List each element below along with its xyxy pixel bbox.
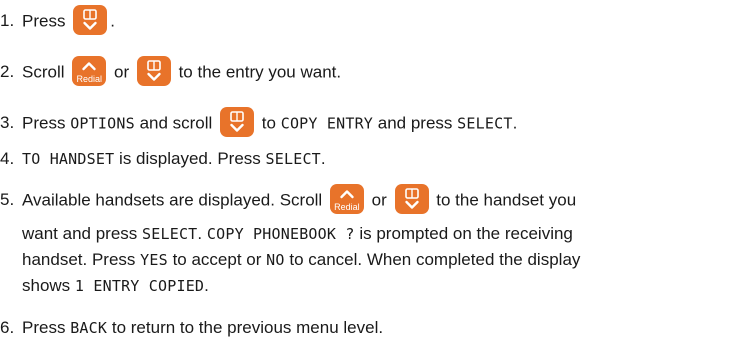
step-5-line-3: handset. Press YES to accept or NO to ca… xyxy=(22,247,580,273)
step-2: 2. Scroll Redial or to the entry you want… xyxy=(0,56,342,88)
step-text: to the handset you xyxy=(436,190,577,210)
step-text: handset. Press xyxy=(22,250,136,269)
step-5: 5. Available handsets are displayed. Scro… xyxy=(0,184,577,216)
step-number: 5. xyxy=(0,190,15,210)
step-text: . xyxy=(197,224,203,243)
step-text: or xyxy=(113,62,130,82)
step-6: 6. Press BACK to return to the previous m… xyxy=(0,315,383,341)
display-text-no: NO xyxy=(266,251,285,269)
phonebook-down-key-icon xyxy=(220,107,255,137)
phonebook-down-key-icon xyxy=(73,5,108,35)
step-number: 3. xyxy=(0,113,15,133)
redial-key-label: Redial xyxy=(76,74,102,84)
display-text-back: BACK xyxy=(70,319,108,337)
instruction-list: 1. Press . 2. Scroll Redial or to the entr… xyxy=(0,0,736,345)
display-text-to-handset: TO HANDSET xyxy=(22,150,115,168)
step-text: Scroll xyxy=(22,62,65,82)
step-text: to cancel. When completed the display xyxy=(289,250,581,269)
step-text: to return to the previous menu level. xyxy=(111,318,384,337)
step-text: shows xyxy=(22,276,71,295)
step-3: 3. Press OPTIONS and scroll to COPY ENTRY… xyxy=(0,107,518,139)
step-number: 6. xyxy=(0,318,15,337)
step-text: or xyxy=(371,190,387,210)
redial-up-key-icon: Redial xyxy=(72,56,107,86)
display-text-entry-copied: 1 ENTRY COPIED xyxy=(74,277,205,295)
phonebook-down-key-icon xyxy=(136,56,171,86)
step-text: and press xyxy=(377,113,453,133)
step-text: is prompted on the receiving xyxy=(359,224,573,243)
redial-key-label: Redial xyxy=(334,202,360,212)
display-text-select: SELECT xyxy=(142,225,198,243)
step-text: to accept or xyxy=(172,250,262,269)
step-text: . xyxy=(320,149,326,168)
step-text: Press xyxy=(22,11,66,31)
display-text-select: SELECT xyxy=(265,150,321,168)
step-text: Press xyxy=(22,318,66,337)
display-text-copy-entry: COPY ENTRY xyxy=(280,114,374,133)
step-text: and scroll xyxy=(139,113,213,133)
step-text: Available handsets are displayed. Scroll xyxy=(22,190,323,210)
step-text: to xyxy=(261,113,276,133)
step-1: 1. Press . xyxy=(0,5,115,37)
step-text: want and press xyxy=(22,224,138,243)
step-text: to the entry you want. xyxy=(178,62,342,82)
redial-up-key-icon: Redial xyxy=(329,184,364,214)
step-text: is displayed. Press xyxy=(119,149,261,168)
step-number: 1. xyxy=(0,11,15,31)
step-text: . xyxy=(110,11,115,31)
step-text: Press xyxy=(22,113,66,133)
display-text-copy-phonebook: COPY PHONEBOOK ? xyxy=(206,225,355,243)
step-number: 2. xyxy=(0,62,15,82)
display-text-select: SELECT xyxy=(457,114,513,133)
step-5-line-2: want and press SELECT. COPY PHONEBOOK ? … xyxy=(22,221,573,247)
display-text-yes: YES xyxy=(140,251,168,269)
step-5-line-4: shows 1 ENTRY COPIED. xyxy=(22,273,209,299)
step-4: 4. TO HANDSET is displayed. Press SELECT. xyxy=(0,146,326,172)
display-text-options: OPTIONS xyxy=(70,114,135,133)
phonebook-down-key-icon xyxy=(394,184,429,214)
step-number: 4. xyxy=(0,149,15,168)
step-text: . xyxy=(512,113,518,133)
step-text: . xyxy=(204,276,209,295)
